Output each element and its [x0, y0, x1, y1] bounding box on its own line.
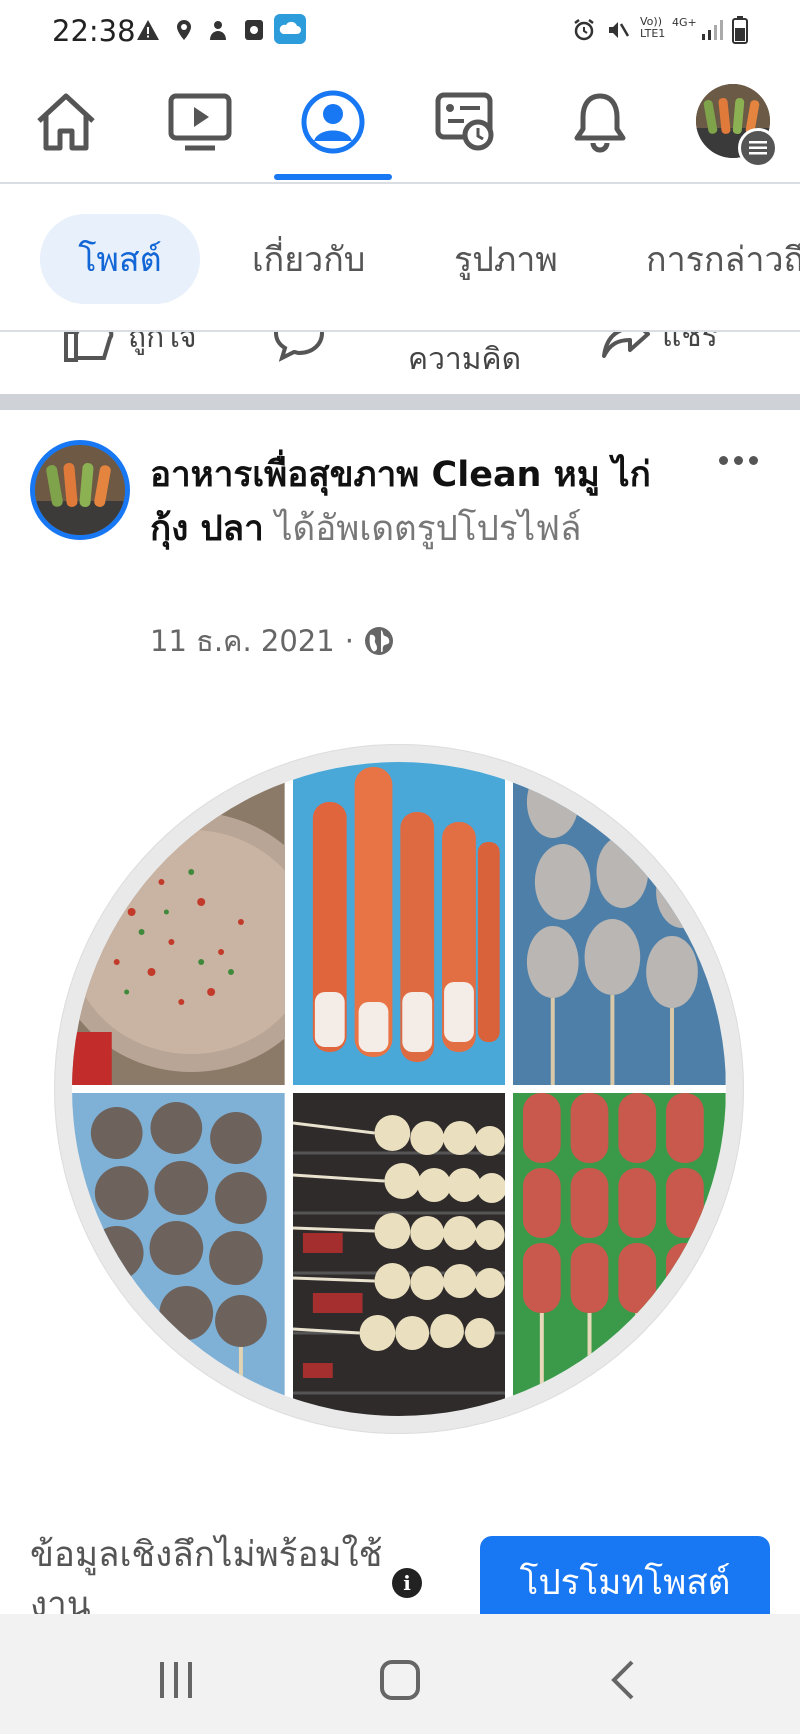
profile-icon — [301, 90, 365, 154]
signal-label: 4G+ — [672, 16, 697, 29]
tab-mentions[interactable]: การกล่าวถึง — [646, 214, 800, 304]
android-navigation-bar — [0, 1614, 800, 1734]
notification-app-icon — [210, 21, 226, 40]
post-date[interactable]: 11 ธ.ค. 2021 — [150, 618, 335, 664]
status-time: 22:38 — [52, 14, 136, 48]
profile-photo[interactable] — [54, 744, 744, 1434]
nav-home[interactable] — [16, 82, 116, 162]
profile-tabs: โพสต์ เกี่ยวกับ รูปภาพ การกล่าวถึง — [0, 184, 800, 332]
nav-video[interactable] — [150, 82, 250, 162]
menu-lines-icon — [749, 141, 767, 155]
signal-icon — [702, 20, 723, 40]
tab-photos[interactable]: รูปภาพ — [454, 214, 558, 304]
notifications-icon — [574, 93, 626, 153]
info-icon[interactable]: i — [392, 1568, 422, 1598]
active-tab-indicator — [274, 174, 392, 180]
collage-fish-balls — [513, 762, 726, 1085]
nav-profile[interactable] — [283, 82, 383, 162]
dot-icon — [733, 455, 743, 465]
home-icon — [37, 93, 95, 151]
back-icon[interactable] — [608, 1658, 638, 1702]
dot-icon — [718, 455, 728, 465]
share-icon — [602, 332, 650, 358]
comment-label-wrap: ความคิดเห็น — [340, 332, 520, 394]
post-action-text: ได้อัพเดตรูปโปรไฟล์ — [274, 509, 582, 549]
page-avatar-image — [35, 445, 125, 535]
collage-meatballs — [72, 1093, 285, 1416]
collage-grilled-skewers — [292, 1093, 506, 1416]
previous-post-actions: ถูกใจ ความคิดเห็น แชร์ — [0, 332, 800, 394]
location-pin-icon — [177, 20, 191, 40]
alarm-icon — [574, 19, 594, 41]
page-avatar[interactable] — [30, 440, 130, 540]
recent-apps-icon[interactable] — [156, 1660, 196, 1700]
nav-pages[interactable] — [416, 82, 516, 162]
network-bottom-label: LTE1 — [640, 27, 666, 40]
post-meta: 11 ธ.ค. 2021 · — [150, 618, 394, 664]
meta-separator: · — [344, 624, 354, 658]
collage-sauce — [72, 762, 285, 1085]
cloud-upload-icon — [274, 14, 306, 44]
photo-collage — [72, 762, 726, 1416]
top-navigation — [0, 62, 800, 184]
mute-icon — [609, 22, 630, 38]
warning-icon — [137, 20, 159, 40]
globe-icon — [364, 627, 393, 655]
comment-label: ความคิดเห็น — [408, 342, 520, 377]
menu-badge[interactable] — [738, 128, 778, 168]
status-bar: 22:38 Vo)) LTE1 4G+ — [0, 0, 800, 62]
collage-crab-sticks — [292, 762, 506, 1085]
home-button-icon[interactable] — [378, 1658, 422, 1702]
like-icon — [64, 332, 114, 362]
tab-about[interactable]: เกี่ยวกับ — [252, 214, 365, 304]
collage-sausages — [513, 1093, 726, 1416]
network-indicator: Vo)) LTE1 — [640, 16, 665, 40]
pages-icon — [435, 92, 494, 151]
comment-button[interactable] — [272, 332, 326, 366]
share-label: แชร์ — [662, 332, 718, 354]
nav-notifications[interactable] — [550, 82, 650, 162]
like-button[interactable]: ถูกใจ — [62, 332, 197, 362]
feed-separator — [0, 394, 800, 410]
dot-icon — [748, 455, 758, 465]
like-label: ถูกใจ — [128, 332, 197, 355]
video-icon — [168, 93, 232, 151]
media-icon — [245, 20, 263, 40]
post-header: อาหารเพื่อสุขภาพ Clean หมู ไก่ กุ้ง ปลา … — [150, 448, 670, 556]
battery-icon — [732, 16, 748, 44]
comment-icon — [273, 332, 325, 362]
more-options-button[interactable] — [708, 440, 768, 480]
share-button[interactable]: แชร์ — [600, 332, 718, 360]
tab-posts[interactable]: โพสต์ — [40, 214, 200, 304]
